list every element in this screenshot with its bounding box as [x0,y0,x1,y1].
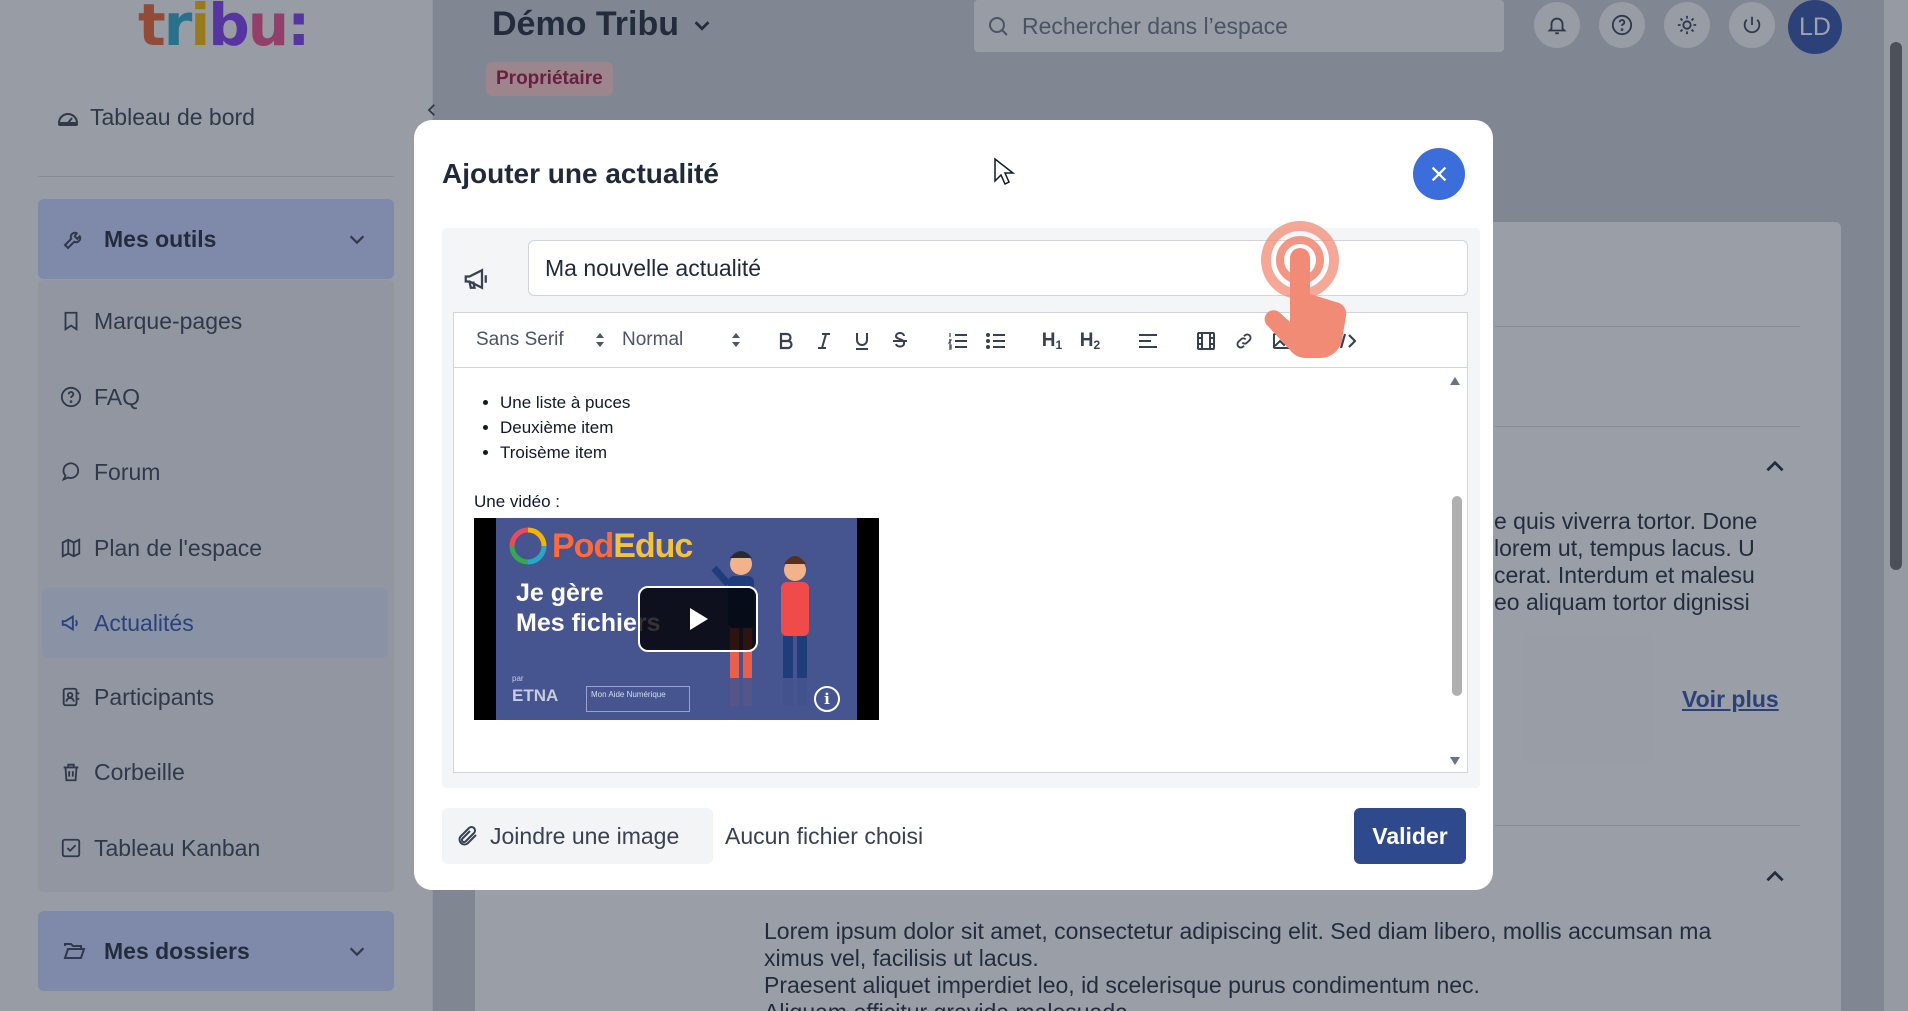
play-icon [686,606,710,632]
attach-image-button[interactable]: Joindre une image [442,808,713,864]
rich-text-editor[interactable]: Une liste à puces Deuxième item Troisème… [453,368,1468,773]
font-size-value: Normal [622,329,684,350]
brand-pod: Pod [552,526,614,565]
video-button[interactable] [1192,327,1220,355]
paperclip-icon [456,824,480,848]
video-thumbnail: Pod Educ Je gère Mes fichiers par ETNA M… [496,518,857,720]
megaphone-icon [462,264,492,294]
font-family-select[interactable]: Sans Serif [476,329,606,351]
bold-button[interactable] [772,327,800,355]
film-icon [1196,331,1216,351]
heading1-button[interactable]: H1 [1038,327,1066,355]
podeduc-swirl-icon [509,527,547,565]
bold-icon [778,332,794,350]
underline-button[interactable] [848,327,876,355]
italic-button[interactable] [810,327,838,355]
ordered-list-icon [948,332,968,350]
video-label: Une vidéo : [474,492,560,511]
bullet-list: Une liste à puces Deuxième item Troisème… [500,390,630,465]
sort-arrows-icon [594,331,606,349]
sort-arrows-icon [730,331,742,349]
ordered-list-button[interactable] [944,327,972,355]
align-left-icon [1138,332,1158,350]
close-button[interactable] [1413,148,1465,200]
partner-logo: Mon Aide Numérique [586,686,690,712]
heading2-icon: H [1079,330,1094,351]
embedded-video[interactable]: Pod Educ Je gère Mes fichiers par ETNA M… [474,518,879,720]
brand-educ: Educ [613,526,693,565]
strikethrough-icon [892,332,908,350]
font-family-value: Sans Serif [476,329,564,350]
scroll-down-icon[interactable] [1449,756,1461,766]
bullet-list-button[interactable] [982,327,1010,355]
list-item: Deuxième item [500,415,630,440]
close-icon [1428,163,1450,185]
info-icon[interactable]: i [814,686,840,712]
add-news-modal: Ajouter une actualité Sans Serif Normal [414,120,1493,890]
align-button[interactable] [1134,327,1162,355]
list-item: Troisème item [500,440,630,465]
font-size-select[interactable]: Normal [622,329,742,351]
submit-button[interactable]: Valider [1354,808,1466,864]
link-icon [1234,331,1254,351]
etna-logo: ETNA [512,686,559,705]
list-item: Une liste à puces [500,390,630,415]
italic-icon [816,332,832,350]
editor-scrollbar-thumb[interactable] [1452,496,1462,696]
play-button[interactable] [638,586,758,652]
video-footer: par ETNA Mon Aide Numérique [496,674,857,720]
scroll-up-icon[interactable] [1449,376,1461,386]
mouse-cursor-icon [993,157,1015,187]
modal-title: Ajouter une actualité [442,158,719,189]
underline-icon [854,332,870,350]
heading2-button[interactable]: H2 [1076,327,1104,355]
click-indicator-icon [1254,218,1374,368]
podeduc-logo: Pod Educ [508,526,693,566]
attach-image-label: Joindre une image [490,822,680,849]
heading-level-label: 2 [1093,338,1101,352]
video-footer-par: par [512,674,524,683]
heading1-icon: H [1041,330,1056,351]
heading-level-label: 1 [1055,338,1063,352]
strike-button[interactable] [886,327,914,355]
news-form: Sans Serif Normal [442,221,1480,788]
file-status: Aucun fichier choisi [725,823,924,849]
bullet-list-icon [986,332,1006,350]
